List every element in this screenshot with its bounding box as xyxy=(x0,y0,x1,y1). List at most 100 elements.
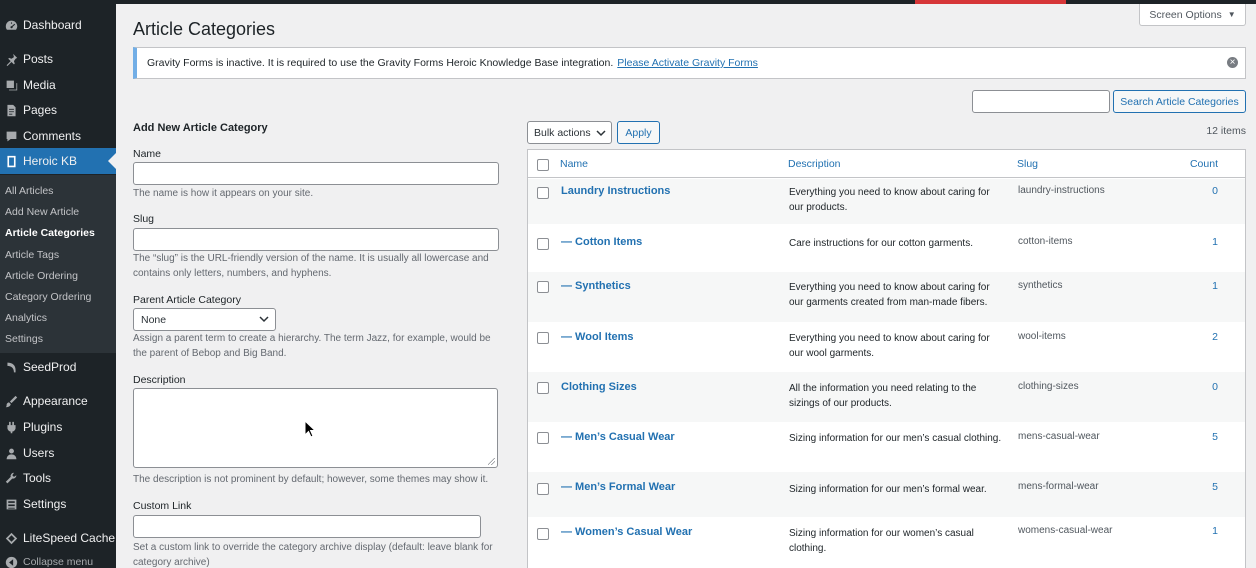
category-name-link[interactable]: — Men’s Casual Wear xyxy=(561,431,675,443)
form-heading: Add New Article Category xyxy=(133,122,268,134)
sidebar-item-label: Heroic KB xyxy=(23,154,78,168)
active-indicator xyxy=(108,153,116,169)
parent-category-description: Assign a parent term to create a hierarc… xyxy=(133,333,491,359)
comment-icon xyxy=(4,129,18,143)
select-all-checkbox[interactable] xyxy=(537,159,549,171)
sidebar-item-seedprod[interactable]: SeedProd xyxy=(0,354,116,380)
column-description[interactable]: Description xyxy=(788,158,841,170)
sidebar-item-tools[interactable]: Tools xyxy=(0,465,116,491)
table-header: Name Description Slug Count xyxy=(528,150,1245,178)
submenu-category-ordering[interactable]: Category Ordering xyxy=(5,290,91,304)
screen-options-button[interactable]: Screen Options ▼ xyxy=(1139,4,1246,26)
category-name-link[interactable]: Clothing Sizes xyxy=(561,381,637,393)
table-row: Clothing Sizes All the information you n… xyxy=(528,372,1245,422)
settings-icon xyxy=(4,497,18,511)
row-checkbox[interactable] xyxy=(537,432,549,444)
category-name-link[interactable]: — Wool Items xyxy=(561,331,634,343)
category-name-link[interactable]: — Synthetics xyxy=(561,280,631,292)
category-count-link[interactable]: 2 xyxy=(1212,331,1218,343)
category-count-link[interactable]: 5 xyxy=(1212,481,1218,493)
bulk-actions-select[interactable]: Bulk actions xyxy=(527,121,612,144)
row-checkbox[interactable] xyxy=(537,528,549,540)
submenu-article-categories[interactable]: Article Categories xyxy=(5,226,95,240)
submenu-article-tags[interactable]: Article Tags xyxy=(5,248,59,262)
submenu-article-ordering[interactable]: Article Ordering xyxy=(5,269,78,283)
category-count-link[interactable]: 1 xyxy=(1212,236,1218,248)
sidebar-item-appearance[interactable]: Appearance xyxy=(0,388,116,414)
category-count-link[interactable]: 1 xyxy=(1212,280,1218,292)
apply-button[interactable]: Apply xyxy=(617,121,660,144)
sidebar-item-label: Plugins xyxy=(23,420,63,434)
submenu-all-articles[interactable]: All Articles xyxy=(5,184,53,198)
category-name-link[interactable]: — Cotton Items xyxy=(561,236,642,248)
category-count-link[interactable]: 0 xyxy=(1212,381,1218,393)
category-name-link[interactable]: Laundry Instructions xyxy=(561,185,670,197)
submenu-analytics[interactable]: Analytics xyxy=(5,311,47,325)
submenu-settings[interactable]: Settings xyxy=(5,332,43,346)
sidebar-item-dashboard[interactable]: Dashboard xyxy=(0,12,116,38)
heroic-kb-submenu: All Articles Add New Article Article Cat… xyxy=(0,175,116,353)
row-checkbox[interactable] xyxy=(537,281,549,293)
items-count: 12 items xyxy=(1206,125,1246,137)
slug-input[interactable] xyxy=(133,228,499,251)
chevron-down-icon xyxy=(259,316,269,323)
sidebar-item-label: SeedProd xyxy=(23,360,77,374)
row-checkbox[interactable] xyxy=(537,238,549,250)
category-slug: synthetics xyxy=(1018,280,1063,291)
screen-options-label: Screen Options xyxy=(1149,8,1222,21)
category-name-link[interactable]: — Men’s Formal Wear xyxy=(561,481,675,493)
sidebar-item-label: Settings xyxy=(23,497,67,511)
sidebar-item-posts[interactable]: Posts xyxy=(0,46,116,72)
table-row: — Women’s Casual Wear Sizing information… xyxy=(528,517,1245,568)
search-categories-button[interactable]: Search Article Categories xyxy=(1113,90,1246,113)
table-row: — Cotton Items Care instructions for our… xyxy=(528,224,1245,272)
sidebar-item-comments[interactable]: Comments xyxy=(0,123,116,149)
submenu-add-new-article[interactable]: Add New Article xyxy=(5,205,79,219)
slug-label: Slug xyxy=(133,213,155,225)
admin-bar-accent xyxy=(915,0,1066,4)
sidebar-item-pages[interactable]: Pages xyxy=(0,97,116,123)
sidebar-item-litespeed-cache[interactable]: LiteSpeed Cache xyxy=(0,525,116,551)
name-input[interactable] xyxy=(133,162,499,185)
wrench-icon xyxy=(4,471,18,485)
search-categories-input[interactable] xyxy=(972,90,1110,113)
category-count-link[interactable]: 0 xyxy=(1212,185,1218,197)
row-checkbox[interactable] xyxy=(537,332,549,344)
sidebar-item-label: Users xyxy=(23,446,55,460)
custom-link-description: Set a custom link to override the catego… xyxy=(133,542,493,568)
table-row: — Wool Items Everything you need to know… xyxy=(528,322,1245,372)
categories-table: Name Description Slug Count Laundry Inst… xyxy=(527,149,1246,568)
sidebar-item-settings[interactable]: Settings xyxy=(0,491,116,517)
activate-gravity-forms-link[interactable]: Please Activate Gravity Forms xyxy=(617,57,758,69)
pages-icon xyxy=(4,103,18,117)
collapse-menu-button[interactable]: Collapse menu xyxy=(0,549,116,568)
custom-link-input[interactable] xyxy=(133,515,481,538)
category-description: Sizing information for our men’s casual … xyxy=(789,433,1002,444)
seedprod-icon xyxy=(4,360,18,374)
category-count-link[interactable]: 1 xyxy=(1212,525,1218,537)
name-label: Name xyxy=(133,148,162,160)
sidebar-item-heroic-kb[interactable]: Heroic KB xyxy=(0,148,116,174)
parent-category-select[interactable]: None xyxy=(133,308,276,331)
row-checkbox[interactable] xyxy=(537,187,549,199)
sidebar-item-label: Posts xyxy=(23,52,54,66)
category-slug: wool-items xyxy=(1018,331,1066,342)
category-count-link[interactable]: 5 xyxy=(1212,431,1218,443)
plugin-icon xyxy=(4,420,18,434)
sidebar-item-label: Tools xyxy=(23,471,52,485)
sidebar-item-users[interactable]: Users xyxy=(0,440,116,466)
row-checkbox[interactable] xyxy=(537,382,549,394)
sidebar-item-label: Comments xyxy=(23,129,82,143)
sidebar-item-media[interactable]: Media xyxy=(0,72,116,98)
sidebar-item-plugins[interactable]: Plugins xyxy=(0,414,116,440)
sidebar-item-label: Media xyxy=(23,78,56,92)
resize-handle-icon[interactable] xyxy=(488,458,495,465)
row-checkbox[interactable] xyxy=(537,483,549,495)
column-slug[interactable]: Slug xyxy=(1017,158,1038,170)
column-name[interactable]: Name xyxy=(560,158,588,170)
category-name-link[interactable]: — Women’s Casual Wear xyxy=(561,526,692,538)
column-count[interactable]: Count xyxy=(1190,158,1218,170)
category-description: Sizing information for our men’s formal … xyxy=(789,484,987,495)
dismiss-icon[interactable] xyxy=(1227,57,1238,68)
table-row: — Men’s Formal Wear Sizing information f… xyxy=(528,472,1245,517)
